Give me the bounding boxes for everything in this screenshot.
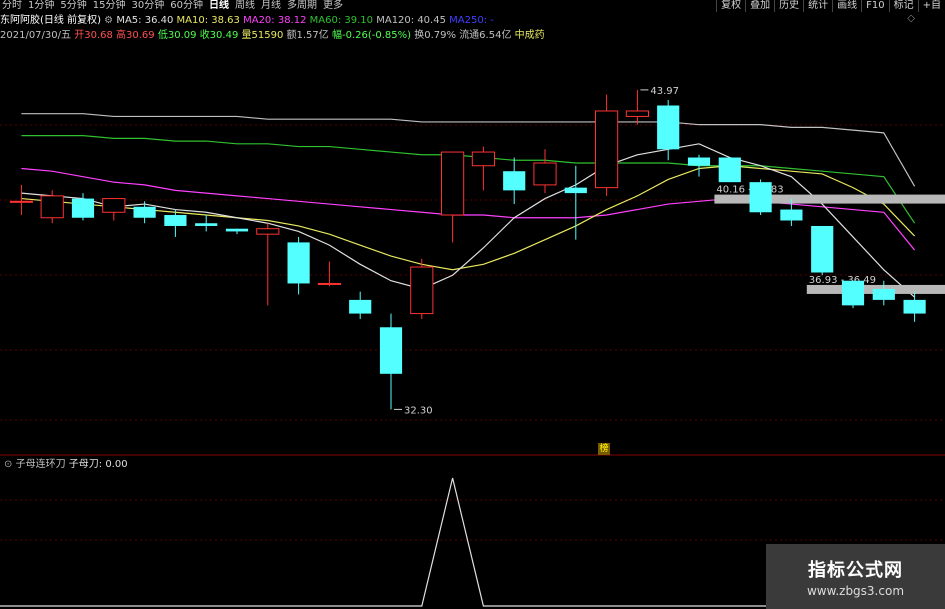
candle-body-11 <box>349 299 372 314</box>
candle-body-21 <box>657 105 680 150</box>
candle-body-6 <box>195 223 218 226</box>
candle-body-3 <box>102 198 126 213</box>
chart-canvas[interactable]: 40.16 - 39.8336.93 - 36.4943.9732.30 <box>0 0 945 609</box>
candle-body-13 <box>410 266 434 315</box>
candle-body-28 <box>872 288 895 300</box>
candle-body-9 <box>287 242 310 284</box>
annotation-label-0: 43.97 <box>650 86 679 97</box>
candle-body-16 <box>503 171 526 191</box>
candle-body-19 <box>595 110 619 189</box>
resistance-box-0 <box>714 194 945 204</box>
watermark-title: 指标公式网 <box>808 559 903 581</box>
candle-body-18 <box>564 187 587 194</box>
candle-body-0 <box>9 200 33 203</box>
candle-body-5 <box>164 215 187 226</box>
candle-body-23 <box>718 157 741 183</box>
sub-indicator-value: 子母刀: 0.00 <box>68 459 128 470</box>
candle-body-2 <box>71 198 95 218</box>
candle-body-15 <box>471 151 495 167</box>
watermark: 指标公式网 www.zbgs3.com <box>766 544 945 609</box>
candle-body-4 <box>133 206 156 218</box>
candle-body-27 <box>841 280 865 306</box>
candle-body-26 <box>811 225 834 273</box>
sub-indicator-title[interactable]: 子母连环刀 <box>16 459 66 470</box>
candle-body-20 <box>625 110 649 117</box>
candle-body-14 <box>441 151 465 216</box>
candle-body-29 <box>903 299 926 314</box>
rank-badge[interactable]: 榜 <box>598 443 610 455</box>
candle-body-8 <box>256 228 280 235</box>
candle-body-1 <box>40 195 64 219</box>
watermark-url: www.zbgs3.com <box>806 583 905 598</box>
candle-body-25 <box>780 209 803 221</box>
candle-body-10 <box>317 282 341 285</box>
candle-body-17 <box>533 162 557 186</box>
candle-body-7 <box>225 228 249 232</box>
candle-body-24 <box>749 182 772 213</box>
annotation-label-1: 32.30 <box>404 405 433 416</box>
sub-indicator-header: ⊙ 子母连环刀 子母刀: 0.00 <box>4 458 128 471</box>
candle-body-12 <box>379 327 403 374</box>
sub-indicator-icon[interactable]: ⊙ <box>4 459 12 470</box>
candle-body-22 <box>687 157 711 166</box>
